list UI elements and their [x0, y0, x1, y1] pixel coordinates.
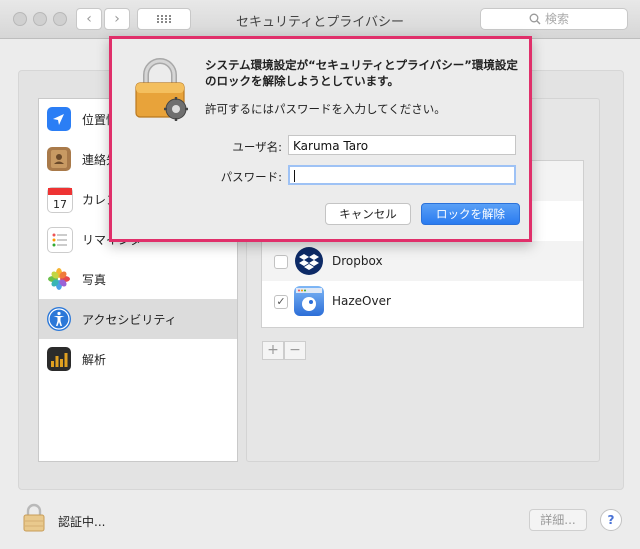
unlock-dialog: システム環境設定が“セキュリティとプライバシー”環境設定 のロックを解除しようと…	[109, 36, 532, 242]
app-checkbox-checked[interactable]: ✓	[274, 295, 288, 309]
zoom-window-button[interactable]	[53, 12, 67, 26]
dialog-message: 許可するにはパスワードを入力してください。	[205, 102, 446, 116]
dropbox-icon	[294, 246, 324, 276]
username-label: ユーザ名:	[232, 140, 282, 154]
contacts-book-icon	[47, 147, 71, 171]
sidebar-item-label: 写真	[82, 273, 107, 287]
lock-status-text: 認証中...	[58, 515, 106, 529]
accessibility-person-icon	[47, 307, 71, 331]
sidebar-item-label: アクセシビリティ	[82, 313, 177, 327]
close-window-button[interactable]	[13, 12, 27, 26]
app-checkbox[interactable]	[274, 255, 288, 269]
title-bar: ‹ › セキュリティとプライバシー 検索	[0, 0, 640, 39]
lock-button[interactable]	[22, 502, 46, 532]
sidebar-item-accessibility[interactable]: アクセシビリティ	[39, 299, 237, 339]
lock-icon	[22, 503, 46, 535]
calendar-icon: 17	[47, 187, 73, 213]
password-label: パスワード:	[220, 170, 282, 184]
search-icon	[529, 9, 541, 35]
minimize-window-button[interactable]	[33, 12, 47, 26]
username-field[interactable]: Karuma Taro	[288, 135, 516, 155]
text-caret	[294, 170, 295, 182]
show-all-button[interactable]	[137, 8, 191, 30]
password-field[interactable]	[288, 165, 516, 185]
forward-button[interactable]: ›	[104, 8, 130, 30]
back-button[interactable]: ‹	[76, 8, 102, 30]
sidebar-item-label: 解析	[82, 353, 107, 367]
window-title: セキュリティとプライバシー	[236, 15, 404, 30]
search-field[interactable]: 検索	[480, 8, 628, 30]
photos-flower-icon	[47, 267, 71, 291]
add-app-button[interactable]: +	[262, 341, 284, 360]
list-item-dropbox[interactable]: Dropbox	[262, 241, 583, 281]
list-item-hazeover[interactable]: ✓ HazeOver	[262, 281, 583, 321]
dialog-title: システム環境設定が“セキュリティとプライバシー”環境設定 のロックを解除しようと…	[205, 57, 525, 89]
sidebar-item-photos[interactable]: 写真	[39, 259, 237, 299]
app-name: Dropbox	[332, 254, 383, 268]
hazeover-icon	[294, 286, 324, 316]
details-button[interactable]: 詳細...	[529, 509, 587, 531]
svg-text:17: 17	[53, 198, 67, 211]
remove-app-button[interactable]: −	[284, 341, 306, 360]
help-button[interactable]: ?	[600, 509, 622, 531]
search-placeholder: 検索	[545, 12, 570, 26]
analytics-grid-icon	[47, 347, 71, 371]
cancel-button[interactable]: キャンセル	[325, 203, 411, 225]
unlock-button[interactable]: ロックを解除	[421, 203, 520, 225]
reminders-list-icon	[47, 227, 73, 253]
dialog-title-line-1: システム環境設定が“セキュリティとプライバシー”環境設定	[205, 58, 518, 72]
location-arrow-icon	[47, 107, 71, 131]
sidebar-item-analytics[interactable]: 解析	[39, 339, 237, 379]
app-name: HazeOver	[332, 294, 391, 308]
dialog-title-line-2: のロックを解除しようとしています。	[205, 74, 400, 88]
lock-icon	[132, 55, 192, 126]
